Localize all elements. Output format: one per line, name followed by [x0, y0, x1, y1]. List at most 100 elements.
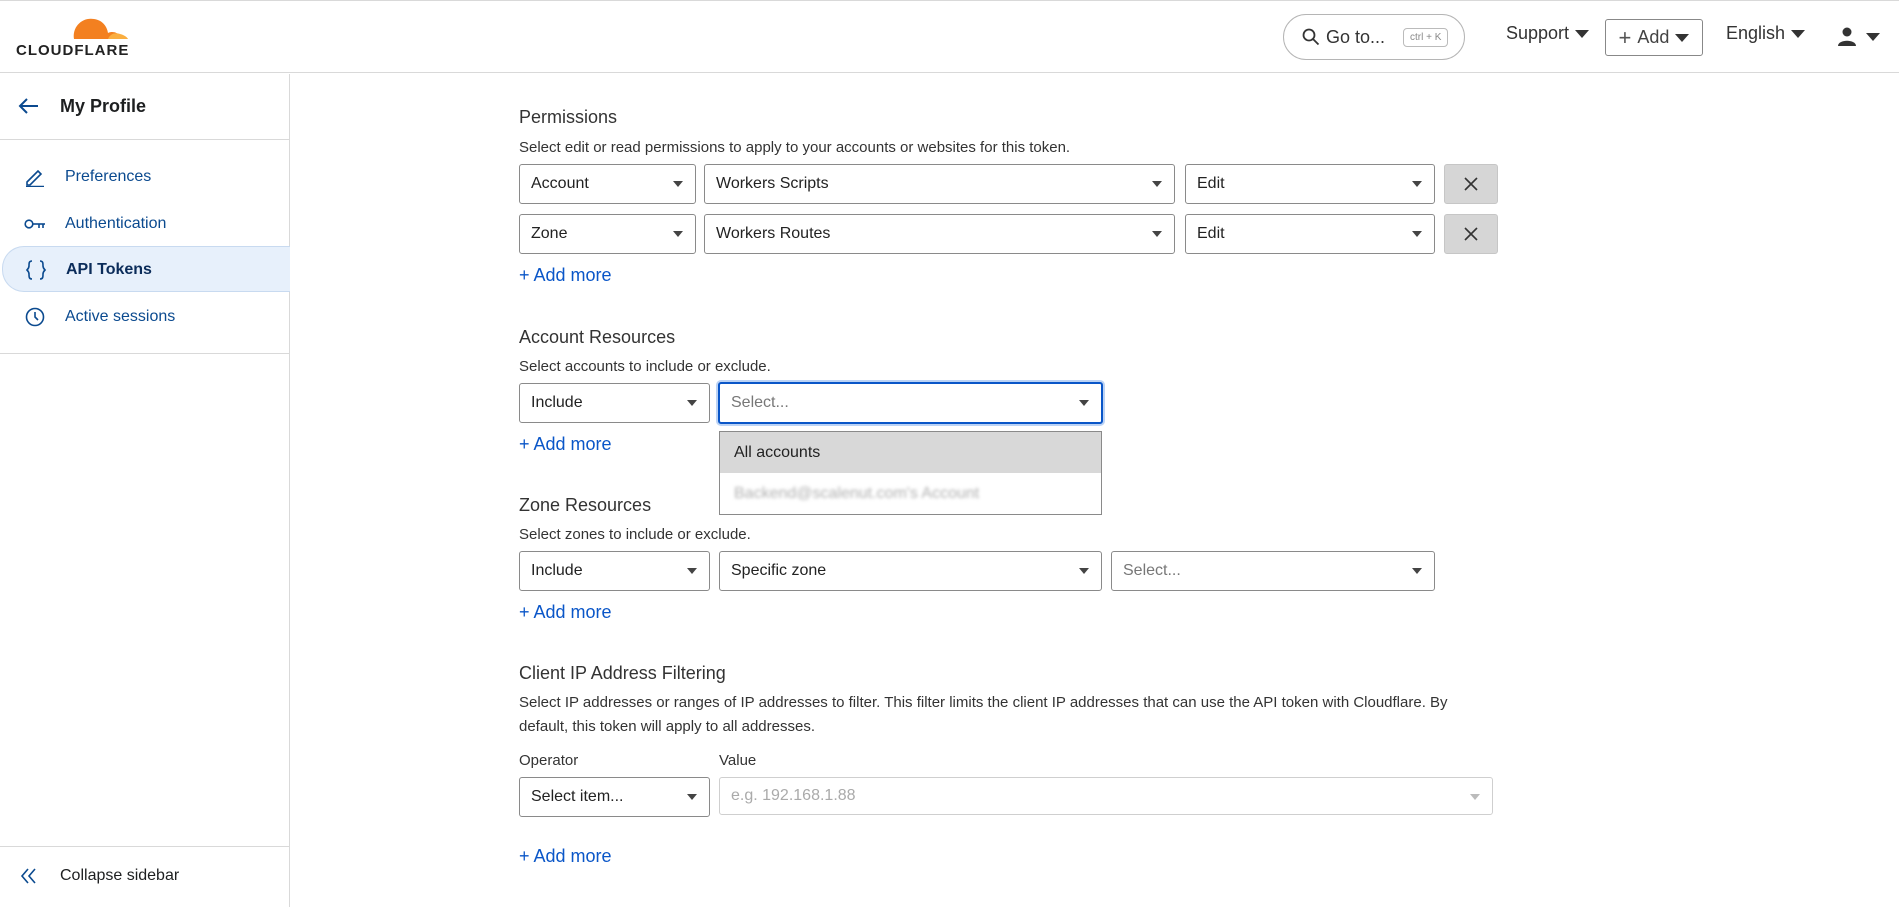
- zone-select[interactable]: Select...: [1111, 551, 1435, 591]
- add-more-zones-link[interactable]: + Add more: [519, 602, 612, 623]
- account-dropdown-menu: All accounts Backend@scalenut.com's Acco…: [719, 431, 1102, 515]
- close-icon: [1464, 177, 1478, 191]
- sidebar-item-preferences[interactable]: Preferences: [2, 154, 290, 200]
- chevron-down-icon: [1412, 231, 1422, 237]
- clock-icon: [25, 307, 45, 327]
- select-value: Edit: [1197, 225, 1225, 242]
- operator-select[interactable]: Select item...: [519, 777, 710, 817]
- support-menu[interactable]: Support: [1506, 23, 1590, 44]
- sidebar-title: My Profile: [60, 96, 147, 116]
- permission-scope-select[interactable]: Account: [519, 164, 696, 204]
- chevron-down-icon: [1079, 400, 1089, 406]
- ip-value-input[interactable]: e.g. 192.168.1.88: [719, 777, 1493, 815]
- collapse-sidebar-button[interactable]: Collapse sidebar: [0, 846, 290, 907]
- close-icon: [1464, 227, 1478, 241]
- pencil-icon: [26, 169, 44, 187]
- chevron-down-icon: [687, 794, 697, 800]
- sidebar-item-label: Active sessions: [65, 308, 176, 325]
- double-chevron-left-icon: [20, 868, 36, 884]
- permission-scope-select[interactable]: Zone: [519, 214, 696, 254]
- braces-icon: [25, 260, 47, 280]
- dropdown-option-all-accounts[interactable]: All accounts: [720, 432, 1101, 473]
- search-icon: [1302, 28, 1320, 46]
- language-menu[interactable]: English: [1726, 23, 1806, 44]
- user-menu[interactable]: [1838, 27, 1880, 47]
- value-label: Value: [719, 752, 757, 769]
- language-label: English: [1726, 23, 1786, 43]
- select-value: Edit: [1197, 175, 1225, 192]
- account-select[interactable]: Select...: [718, 382, 1103, 424]
- select-value: Include: [531, 562, 583, 579]
- ip-filtering-description: Select IP addresses or ranges of IP addr…: [519, 694, 1448, 735]
- sidebar-item-authentication[interactable]: Authentication: [2, 201, 290, 247]
- select-value: Zone: [531, 225, 568, 242]
- chevron-down-icon: [687, 568, 697, 574]
- sidebar-item-label: Preferences: [65, 168, 152, 185]
- permission-access-select[interactable]: Edit: [1185, 214, 1435, 254]
- zone-type-select[interactable]: Specific zone: [719, 551, 1102, 591]
- select-value: Include: [531, 394, 583, 411]
- account-include-select[interactable]: Include: [519, 383, 710, 423]
- permission-resource-select[interactable]: Workers Scripts: [704, 164, 1175, 204]
- chevron-down-icon: [673, 231, 683, 237]
- goto-shortcut: ctrl + K: [1403, 27, 1449, 47]
- operator-label: Operator: [519, 752, 579, 769]
- chevron-down-icon: [1575, 29, 1590, 38]
- chevron-down-icon: [1675, 33, 1690, 42]
- chevron-down-icon: [687, 400, 697, 406]
- add-label: Add: [1637, 27, 1670, 47]
- back-arrow-icon[interactable]: [18, 96, 40, 116]
- add-button[interactable]: + Add: [1605, 19, 1703, 56]
- chevron-down-icon: [1866, 33, 1880, 41]
- sidebar-item-label: Authentication: [65, 215, 167, 232]
- select-placeholder: Select...: [731, 394, 789, 411]
- permissions-description: Select edit or read permissions to apply…: [519, 139, 1071, 156]
- sidebar-item-api-tokens[interactable]: API Tokens: [2, 246, 290, 292]
- select-placeholder: Select item...: [531, 788, 624, 805]
- cloud-logo-icon: [73, 18, 128, 39]
- chevron-down-icon: [1152, 181, 1162, 187]
- zone-resources-description: Select zones to include or exclude.: [519, 526, 751, 543]
- goto-label: Go to...: [1326, 26, 1386, 47]
- sidebar-header: My Profile: [0, 74, 290, 140]
- account-resources-description: Select accounts to include or exclude.: [519, 358, 771, 375]
- chevron-down-icon: [1412, 568, 1422, 574]
- chevron-down-icon: [1412, 181, 1422, 187]
- brand-wordmark: CLOUDFLARE: [16, 42, 130, 59]
- add-more-ip-link[interactable]: + Add more: [519, 846, 612, 867]
- dropdown-option-account[interactable]: Backend@scalenut.com's Account: [720, 473, 1101, 514]
- select-value: Account: [531, 175, 589, 192]
- select-placeholder: Select...: [1123, 562, 1181, 579]
- add-more-accounts-link[interactable]: + Add more: [519, 434, 612, 455]
- account-resources-title: Account Resources: [519, 327, 676, 347]
- permission-access-select[interactable]: Edit: [1185, 164, 1435, 204]
- chevron-down-icon: [1470, 794, 1480, 800]
- select-value: Specific zone: [731, 562, 827, 579]
- cloudflare-logo[interactable]: CLOUDFLARE: [16, 13, 140, 59]
- sidebar-item-active-sessions[interactable]: Active sessions: [2, 294, 290, 340]
- select-value: Workers Routes: [716, 225, 831, 242]
- add-more-permissions-link[interactable]: + Add more: [519, 265, 612, 286]
- chevron-down-icon: [1791, 29, 1806, 38]
- chevron-down-icon: [1079, 568, 1089, 574]
- sidebar-item-label: API Tokens: [66, 261, 152, 278]
- zone-include-select[interactable]: Include: [519, 551, 710, 591]
- zone-resources-title: Zone Resources: [519, 495, 652, 515]
- user-avatar-icon: [1838, 27, 1856, 46]
- plus-icon: +: [1618, 24, 1632, 50]
- key-icon: [24, 219, 45, 229]
- remove-permission-button[interactable]: [1444, 164, 1498, 204]
- chevron-down-icon: [673, 181, 683, 187]
- chevron-down-icon: [1152, 231, 1162, 237]
- goto-search-button[interactable]: Go to... ctrl + K: [1283, 14, 1465, 60]
- sidebar-nav: Preferences Authentication API Tokens Ac…: [0, 140, 290, 354]
- input-placeholder: e.g. 192.168.1.88: [731, 787, 856, 804]
- permissions-title: Permissions: [519, 107, 618, 127]
- sidebar: My Profile Preferences Authentication AP…: [0, 74, 290, 907]
- permission-resource-select[interactable]: Workers Routes: [704, 214, 1175, 254]
- top-header: CLOUDFLARE Go to... ctrl + K Support + A…: [0, 0, 1899, 73]
- select-value: Workers Scripts: [716, 175, 829, 192]
- remove-permission-button[interactable]: [1444, 214, 1498, 254]
- support-label: Support: [1506, 23, 1570, 43]
- ip-filtering-title: Client IP Address Filtering: [519, 663, 726, 683]
